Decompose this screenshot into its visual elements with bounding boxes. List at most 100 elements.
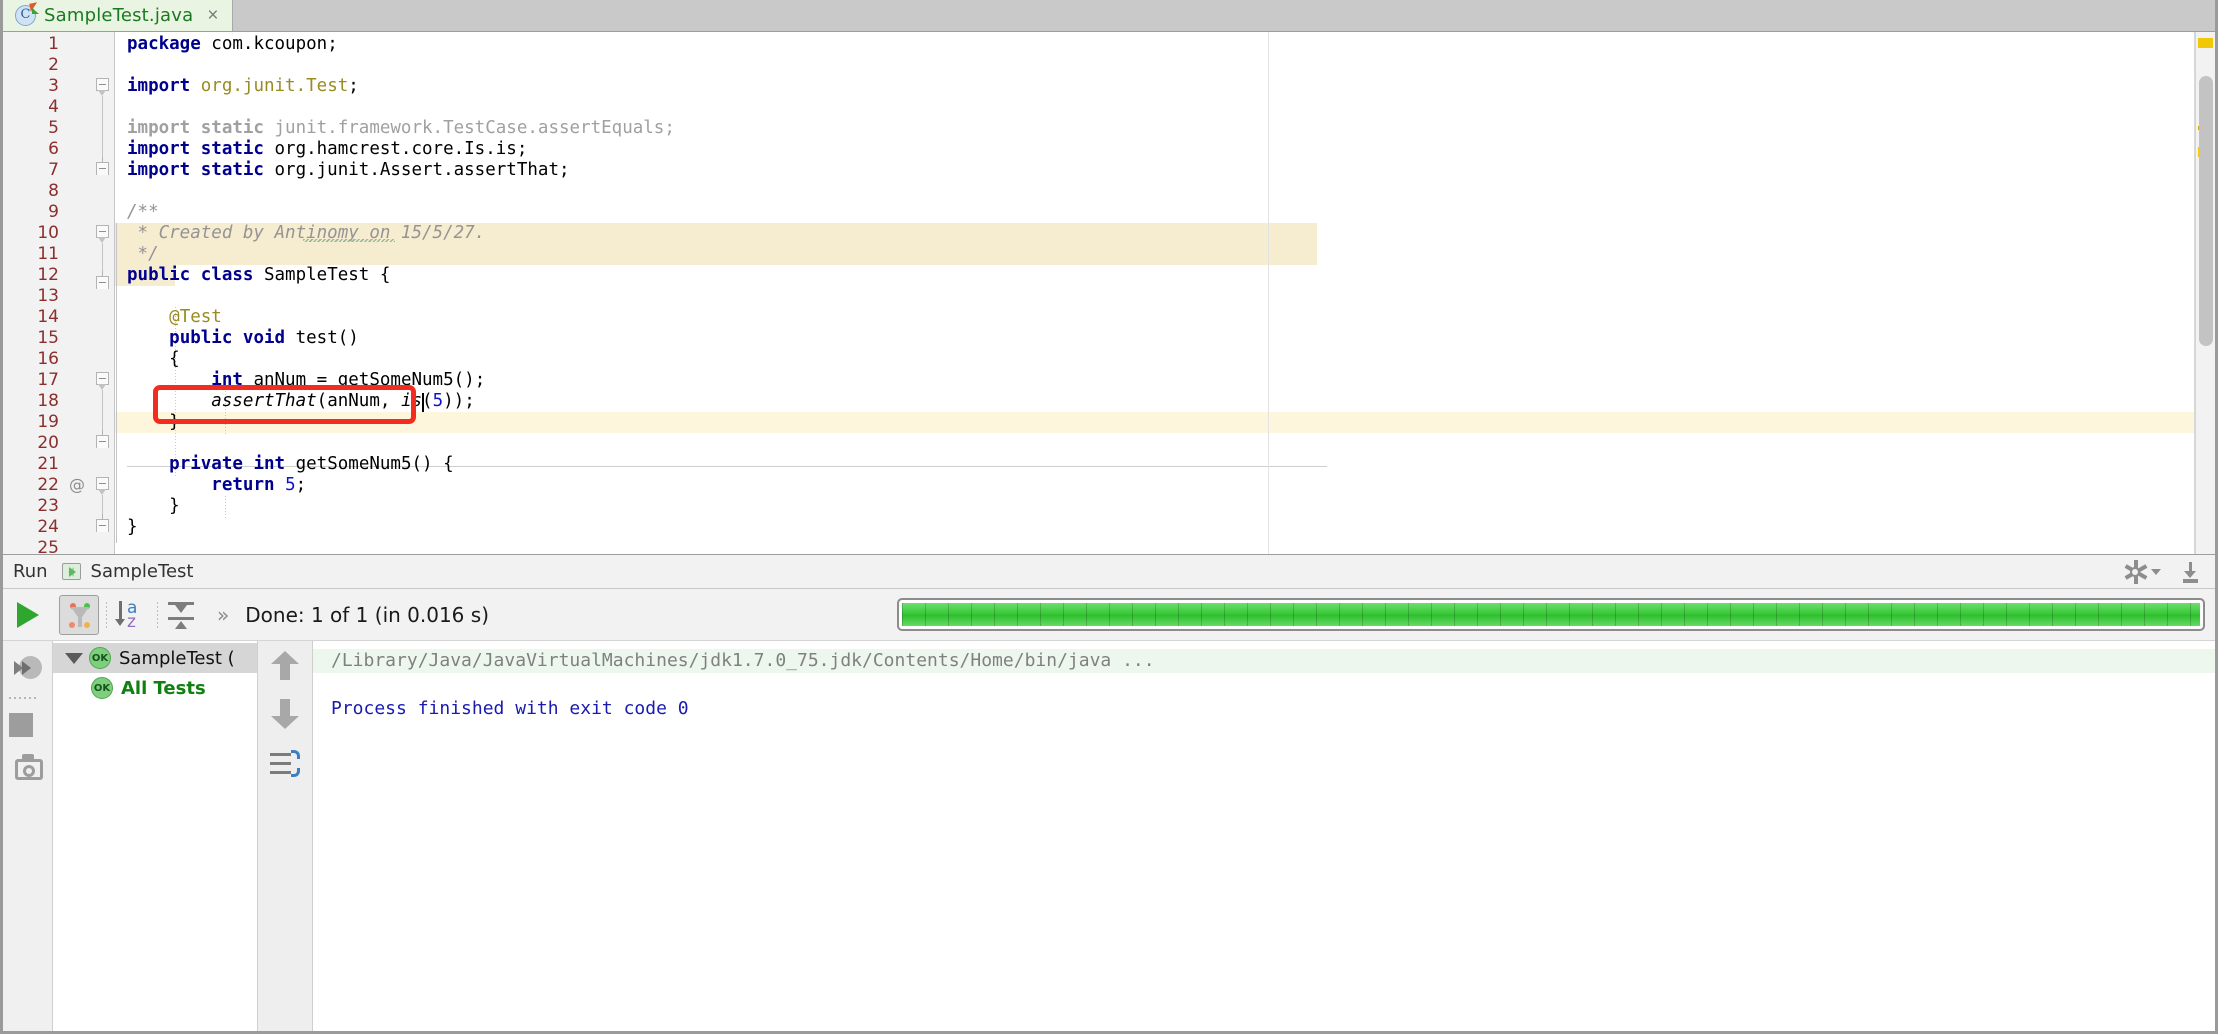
line-number: 5 [48, 118, 59, 138]
chevron-down-icon[interactable] [65, 652, 83, 664]
editor-scrollbar-thumb[interactable] [2199, 76, 2213, 346]
code-line: { [127, 349, 180, 369]
line-number: 18 [37, 391, 59, 411]
test-status-ok-icon: OK [91, 677, 113, 699]
fold-handle-imports[interactable] [96, 78, 109, 96]
code-line: * Created by Antinomy on 15/5/27. [127, 223, 486, 243]
hide-window-icon[interactable] [2179, 561, 2201, 583]
code-folding-gutter[interactable] [91, 32, 115, 554]
editor-tab-bar: C SampleTest.java × [3, 0, 2215, 32]
fold-handle-getsomenum5[interactable] [96, 477, 109, 495]
line-number: 15 [37, 328, 59, 348]
fold-handle-getsomenum5-end[interactable] [96, 514, 109, 532]
line-number: 21 [37, 454, 59, 474]
code-line: import static org.hamcrest.core.Is.is; [127, 139, 528, 159]
editor-tab-sampletest[interactable]: C SampleTest.java × [3, 0, 234, 31]
line-number: 8 [48, 181, 59, 201]
spellcheck-underline [303, 239, 395, 242]
error-stripe-gutter[interactable] [2195, 32, 2215, 554]
override-marker-icon[interactable]: @ [69, 475, 85, 494]
close-icon[interactable]: × [207, 6, 218, 25]
line-number: 19 [37, 412, 59, 432]
run-status-text: Done: 1 of 1 (in 0.016 s) [245, 602, 489, 627]
toggle-soft-wrap-icon[interactable] [270, 749, 300, 779]
filter-passed-tests-button[interactable] [59, 594, 99, 635]
run-tool-window: Run SampleTest a z » Done: 1 of 1 (in 0.… [3, 554, 2215, 1031]
code-line: } [127, 412, 180, 432]
line-number: 7 [48, 160, 59, 180]
java-class-icon: C [15, 2, 39, 26]
run-window-body: OK SampleTest ( OK All Tests /Library/Ja… [3, 641, 2215, 1031]
line-number-gutter: 1 2 3 4 5 6 7 8 9 10 11 12 13 14 15 16 1… [3, 32, 65, 554]
line-number: 14 [37, 307, 59, 327]
previous-failed-test-icon[interactable] [271, 651, 299, 681]
code-line: import static junit.framework.TestCase.a… [127, 118, 675, 138]
intellij-idea-window: C SampleTest.java × 1 2 3 4 5 6 7 8 9 10… [0, 0, 2218, 1034]
rerun-button[interactable] [17, 601, 39, 628]
test-status-ok-icon: OK [89, 647, 111, 669]
test-tree-row-alltests[interactable]: OK All Tests [53, 673, 257, 703]
line-number: 13 [37, 286, 59, 306]
code-line: assertThat(anNum, is(5)); [211, 391, 475, 411]
code-line: import static org.junit.Assert.assertTha… [127, 160, 570, 180]
code-line: } [127, 496, 180, 516]
run-side-toolbar [3, 641, 53, 1031]
console-output[interactable]: /Library/Java/JavaVirtualMachines/jdk1.7… [313, 641, 2215, 1031]
fold-handle-imports-end[interactable] [96, 157, 109, 175]
next-failed-test-icon[interactable] [271, 699, 299, 729]
code-line: */ [127, 244, 159, 264]
code-line: return 5; [211, 475, 307, 495]
line-number: 12 [37, 265, 59, 285]
line-number: 25 [37, 538, 59, 554]
run-window-header: Run SampleTest [3, 555, 2215, 589]
console-line-java-path[interactable]: /Library/Java/JavaVirtualMachines/jdk1.7… [313, 649, 2215, 673]
code-line: int anNum = getSomeNum5(); [211, 370, 486, 390]
test-tree-label: SampleTest ( [119, 647, 235, 669]
fold-handle-test-method[interactable] [96, 372, 109, 390]
code-text-area[interactable]: package com.kcoupon; import org.junit.Te… [115, 32, 2215, 554]
line-number: 2 [48, 55, 59, 75]
test-results-tree[interactable]: OK SampleTest ( OK All Tests [53, 641, 258, 1031]
code-line: package com.kcoupon; [127, 34, 338, 54]
code-line: /** [127, 202, 159, 222]
line-number: 6 [48, 139, 59, 159]
code-line: } [127, 517, 138, 537]
chevron-down-icon[interactable] [2151, 568, 2161, 575]
gear-icon[interactable] [2124, 559, 2147, 584]
code-editor[interactable]: 1 2 3 4 5 6 7 8 9 10 11 12 13 14 15 16 1… [3, 32, 2215, 554]
fold-handle-javadoc[interactable] [96, 225, 109, 243]
fold-handle-test-method-end[interactable] [96, 430, 109, 448]
run-tab-sampletest[interactable]: SampleTest [81, 561, 194, 582]
editor-tab-label: SampleTest.java [44, 5, 194, 26]
test-tree-label: All Tests [121, 677, 206, 699]
sort-alphabetically-button[interactable]: az [114, 598, 150, 632]
line-number: 23 [37, 496, 59, 516]
annotation-gutter: @ [65, 32, 91, 554]
test-progress-bar [897, 598, 2205, 631]
code-line: import org.junit.Test; [127, 76, 359, 96]
line-number: 11 [37, 244, 59, 264]
code-line: private int getSomeNum5() { [169, 454, 454, 474]
line-number: 20 [37, 433, 59, 453]
line-number: 17 [37, 370, 59, 390]
stripe-marker-warning[interactable] [2198, 38, 2213, 48]
text-caret [422, 393, 424, 412]
run-configuration-icon[interactable] [61, 563, 81, 580]
fold-handle-javadoc-end[interactable] [96, 271, 109, 289]
line-number: 3 [48, 76, 59, 96]
line-number: 1 [48, 34, 59, 54]
line-number: 9 [48, 202, 59, 222]
expand-collapse-button[interactable] [165, 600, 199, 630]
test-tree-row-sampletest[interactable]: OK SampleTest ( [53, 643, 257, 673]
run-window-title: Run [13, 561, 48, 582]
toolbar-overflow-button[interactable]: » [217, 603, 229, 627]
line-number: 10 [37, 223, 59, 243]
line-number: 24 [37, 517, 59, 537]
stop-process-icon[interactable] [9, 713, 33, 737]
line-number: 16 [37, 349, 59, 369]
line-number: 4 [48, 97, 59, 117]
